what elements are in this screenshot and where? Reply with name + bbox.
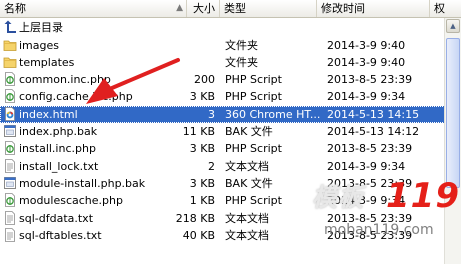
column-header: 名称 ▲ 大小 类型 修改时间 权 xyxy=(0,0,461,18)
folder-icon xyxy=(3,57,17,68)
txt-file-icon xyxy=(5,227,15,242)
column-name-header[interactable]: 名称 ▲ xyxy=(0,0,187,17)
php-file-icon xyxy=(5,72,15,86)
file-size: 40 KB xyxy=(182,228,215,242)
file-type: 文件夹 xyxy=(225,38,258,52)
file-type: BAK 文件 xyxy=(225,176,273,190)
file-size: 3 KB xyxy=(189,142,215,156)
file-size: 218 KB xyxy=(175,211,215,225)
file-size: 2 xyxy=(208,159,215,173)
file-type: PHP Script xyxy=(225,73,282,87)
scroll-thumb[interactable] xyxy=(446,38,460,188)
up-arrow-icon xyxy=(4,20,16,33)
html-file-icon xyxy=(5,106,15,121)
file-row-selected[interactable]: index.html 3 360 Chrome HT... 2014-5-13 14:… xyxy=(0,105,461,123)
bak-file-icon xyxy=(4,125,16,137)
column-type-label: 类型 xyxy=(224,2,246,15)
file-list-window: 名称 ▲ 大小 类型 修改时间 权 上层目录 images 文件夹 2014-3-9… xyxy=(0,0,461,264)
file-size: 3 xyxy=(208,107,215,121)
watermark-brand: 模板 xyxy=(312,183,365,212)
file-modified: 2014-5-13 14:15 xyxy=(327,107,420,121)
file-size: 3 KB xyxy=(189,90,215,104)
file-row[interactable]: index.php.bak 11 KB BAK 文件 2014-5-13 14:12 xyxy=(0,123,461,140)
parent-dir-row[interactable]: 上层目录 xyxy=(0,19,461,36)
column-name-label: 名称 xyxy=(4,2,26,15)
file-size: 11 KB xyxy=(182,125,215,138)
file-type: PHP Script xyxy=(225,194,282,208)
file-type: 文件夹 xyxy=(225,55,258,69)
file-row[interactable]: install.inc.php 3 KB PHP Script 2013-8-5 23… xyxy=(0,140,461,157)
folder-icon xyxy=(3,40,17,51)
column-size-header[interactable]: 大小 xyxy=(187,0,220,17)
watermark-number: 119 xyxy=(386,176,460,216)
file-type: 文本文档 xyxy=(225,228,269,242)
file-row[interactable]: images 文件夹 2014-3-9 9:40 xyxy=(0,37,461,54)
file-size: 1 KB xyxy=(189,194,215,208)
file-row[interactable]: templates 文件夹 2014-3-9 9:40 xyxy=(0,54,461,71)
watermark-logo: 模板 119 moban119.com xyxy=(310,170,460,264)
php-file-icon xyxy=(5,89,15,104)
parent-dir-label: 上层目录 xyxy=(19,21,63,34)
file-type: PHP Script xyxy=(225,142,282,156)
file-modified: 2014-5-13 14:12 xyxy=(327,125,420,138)
file-size xyxy=(145,37,215,54)
file-modified: 2014-3-9 9:40 xyxy=(327,38,406,52)
file-type: 360 Chrome HT... xyxy=(225,107,321,121)
file-type: 文本文档 xyxy=(225,159,269,173)
file-row[interactable]: config.cache.inc.php 3 KB PHP Script 2014-3… xyxy=(0,88,461,105)
column-modified-header[interactable]: 修改时间 xyxy=(317,0,430,17)
column-modified-label: 修改时间 xyxy=(321,2,365,15)
column-permissions-header[interactable]: 权 xyxy=(430,0,461,17)
watermark-url: moban119.com xyxy=(324,222,434,238)
bak-file-icon xyxy=(4,176,16,189)
file-type: 文本文档 xyxy=(225,211,269,225)
txt-file-icon xyxy=(5,210,15,225)
php-file-icon xyxy=(5,141,15,156)
php-file-icon xyxy=(5,193,15,208)
txt-file-icon xyxy=(5,158,15,173)
file-type: PHP Script xyxy=(225,90,282,104)
file-size xyxy=(145,54,215,71)
file-size: 3 KB xyxy=(189,176,215,190)
file-type: BAK 文件 xyxy=(225,125,273,138)
scroll-up-button[interactable]: ▲ xyxy=(446,19,460,33)
sort-up-icon: ▲ xyxy=(176,3,183,13)
column-type-header[interactable]: 类型 xyxy=(220,0,317,17)
file-modified: 2014-3-9 9:40 xyxy=(327,55,406,69)
column-size-label: 大小 xyxy=(193,2,215,15)
file-modified: 2013-8-5 23:39 xyxy=(327,142,413,156)
file-modified: 2013-8-5 23:39 xyxy=(327,73,413,87)
file-size: 200 xyxy=(194,73,215,87)
column-permissions-label: 权 xyxy=(434,2,445,15)
file-modified: 2014-3-9 9:34 xyxy=(327,90,406,104)
file-row[interactable]: common.inc.php 200 PHP Script 2013-8-5 23:3… xyxy=(0,71,461,88)
